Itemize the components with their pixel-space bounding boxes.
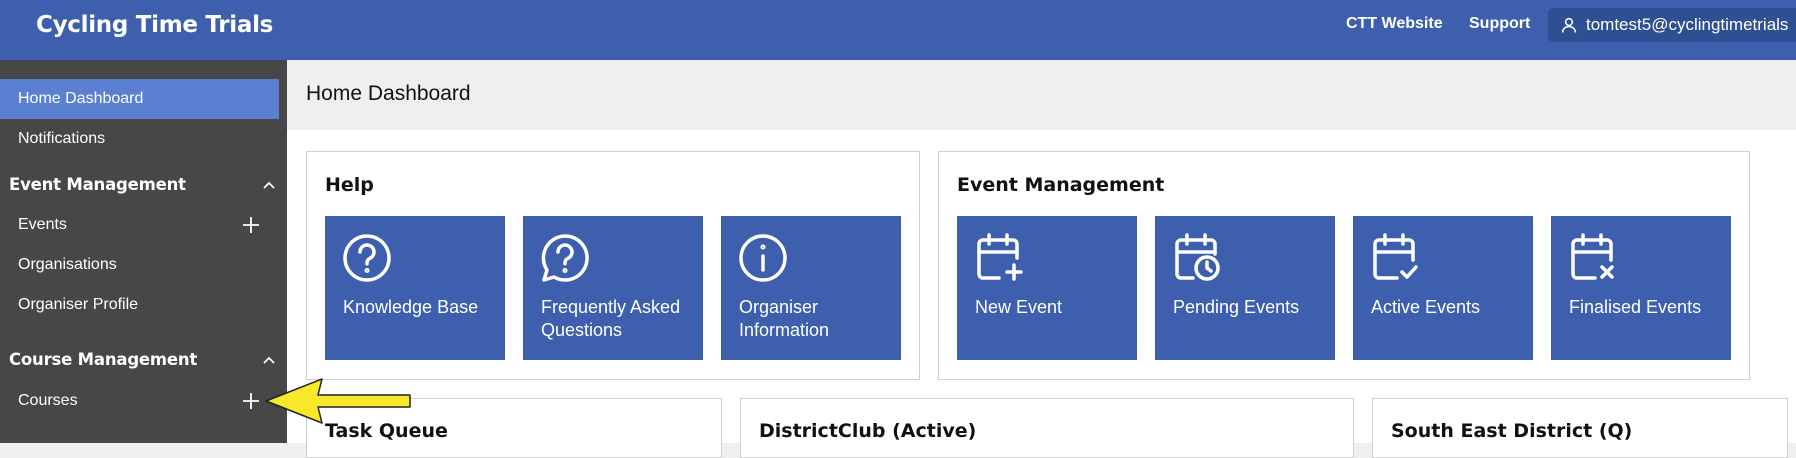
south-east-district-panel: South East District (Q): [1372, 398, 1788, 458]
chevron-up-icon: [263, 181, 275, 189]
add-event-plus-icon[interactable]: [240, 214, 262, 236]
sidebar-item-organisations[interactable]: Organisations: [0, 245, 279, 285]
page-title: Home Dashboard: [306, 82, 471, 105]
sidebar-section-course-management[interactable]: Course Management: [9, 350, 277, 369]
support-link[interactable]: Support: [1469, 15, 1530, 33]
calendar-check-icon: [1373, 233, 1418, 280]
sidebar-item-organiser-profile[interactable]: Organiser Profile: [0, 285, 279, 325]
sidebar-item-notifications[interactable]: Notifications: [0, 119, 279, 159]
faq-tile[interactable]: Frequently Asked Questions: [523, 216, 703, 360]
tile-label: Organiser Information: [739, 297, 830, 340]
finalised-events-tile[interactable]: Finalised Events: [1551, 216, 1731, 360]
page-header: Home Dashboard: [287, 60, 1796, 130]
tile-label: Finalised Events: [1569, 297, 1702, 317]
user-menu[interactable]: tomtest5@cyclingtimetrials: [1548, 8, 1796, 42]
new-event-tile[interactable]: New Event: [957, 216, 1137, 360]
sidebar-item-events[interactable]: Events: [0, 205, 279, 245]
section-title: Course Management: [9, 350, 198, 369]
district-club-title: DistrictClub (Active): [759, 420, 977, 442]
district-club-panel: DistrictClub (Active): [740, 398, 1354, 458]
tile-label: Knowledge Base: [343, 297, 479, 317]
pending-events-tile[interactable]: Pending Events: [1155, 216, 1335, 360]
event-management-panel-title: Event Management: [957, 174, 1165, 196]
user-icon: [1561, 17, 1577, 33]
question-circle-icon: [343, 234, 391, 282]
question-bubble-icon: [541, 234, 589, 282]
user-email: tomtest5@cyclingtimetrials: [1586, 15, 1789, 34]
annotation-arrow-icon: [265, 378, 411, 424]
sidebar-item-home-dashboard[interactable]: Home Dashboard: [0, 79, 279, 119]
knowledge-base-tile[interactable]: Knowledge Base: [325, 216, 505, 360]
tile-label: Pending Events: [1173, 297, 1300, 317]
tile-label: New Event: [975, 297, 1063, 317]
tile-label: Frequently Asked Questions: [541, 297, 681, 340]
calendar-clock-icon: [1175, 233, 1220, 281]
sidebar: Home Dashboard Notifications Event Manag…: [0, 60, 287, 443]
help-panel-title: Help: [325, 174, 374, 196]
active-events-tile[interactable]: Active Events: [1353, 216, 1533, 360]
section-title: Event Management: [9, 175, 186, 194]
sidebar-item-courses[interactable]: Courses: [0, 381, 279, 421]
add-course-plus-icon[interactable]: [240, 390, 262, 412]
chevron-up-icon: [263, 356, 275, 364]
info-circle-icon: [739, 234, 787, 282]
organiser-information-tile[interactable]: Organiser Information: [721, 216, 901, 360]
top-bar: Cycling Time Trials CTT Website Support …: [0, 0, 1796, 60]
tile-label: Active Events: [1371, 297, 1481, 317]
ctt-website-link[interactable]: CTT Website: [1346, 15, 1443, 33]
sidebar-section-event-management[interactable]: Event Management: [9, 175, 277, 194]
calendar-x-icon: [1571, 233, 1614, 280]
brand-title[interactable]: Cycling Time Trials: [36, 12, 273, 38]
calendar-plus-icon: [977, 233, 1023, 281]
south-east-district-title: South East District (Q): [1391, 420, 1633, 442]
